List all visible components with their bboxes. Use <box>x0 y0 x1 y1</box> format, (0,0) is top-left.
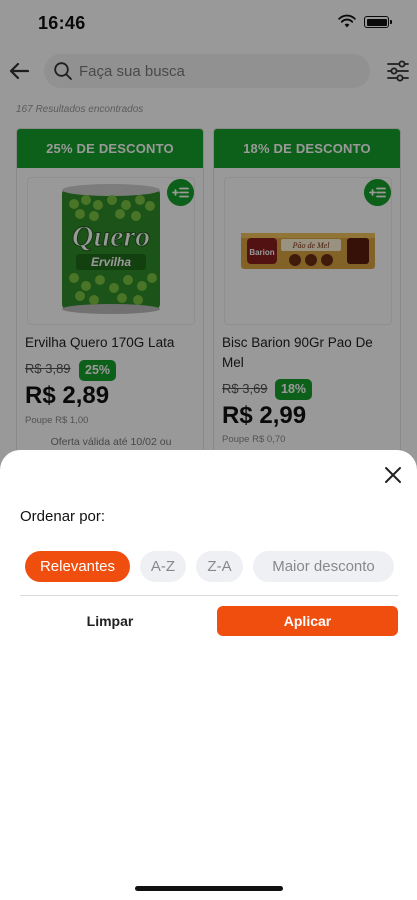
home-indicator <box>135 886 283 891</box>
sort-title: Ordenar por: <box>20 508 106 525</box>
sort-option-maior-desconto[interactable]: Maior desconto <box>253 551 394 582</box>
sort-option-z-a[interactable]: Z-A <box>196 551 243 582</box>
sort-option-a-z[interactable]: A-Z <box>140 551 186 582</box>
divider <box>20 595 398 596</box>
clear-button[interactable]: Limpar <box>20 606 200 636</box>
apply-button[interactable]: Aplicar <box>217 606 398 636</box>
sort-option-relevantes[interactable]: Relevantes <box>25 551 130 582</box>
close-icon[interactable] <box>382 464 404 486</box>
